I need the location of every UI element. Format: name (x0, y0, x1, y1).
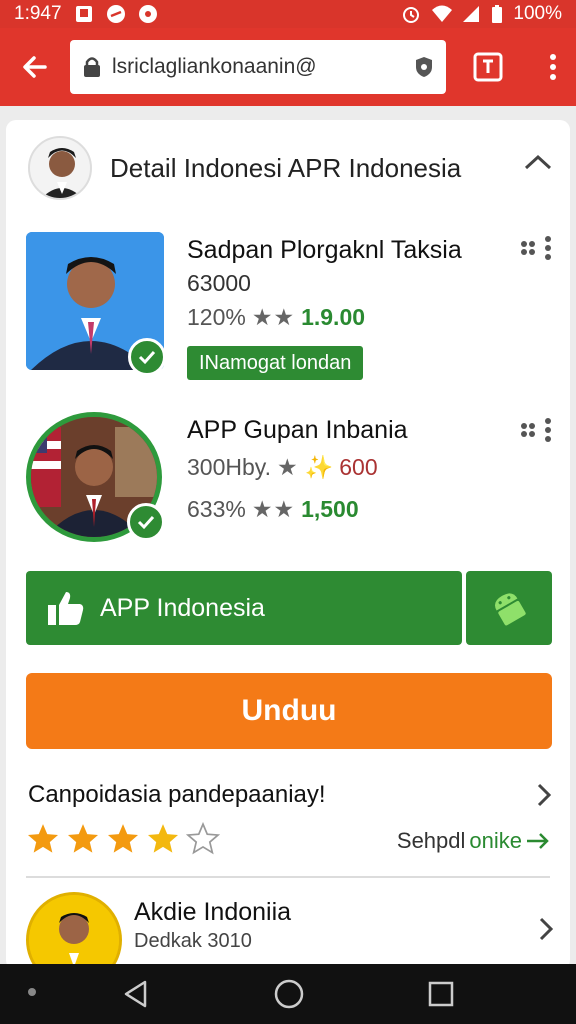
app-meta-value: 600 (339, 454, 378, 480)
see-all-link[interactable]: Sehpdl onike (397, 828, 550, 854)
system-nav-bar (0, 964, 576, 1024)
sparkle-icon: ✨ (304, 454, 334, 480)
star-icon: ★ (276, 454, 299, 480)
app-thumbnail (26, 892, 122, 970)
app-meta-prefix: 633% (187, 496, 246, 522)
row-menu-button[interactable] (520, 236, 552, 260)
app-detail-card: Detail Indonesi APR Indonesia Sadpan Plo… (6, 120, 570, 970)
row-menu-button[interactable] (520, 418, 552, 442)
page-title: Detail Indonesi APR Indonesia (110, 152, 462, 183)
chevron-right-icon[interactable] (536, 782, 552, 808)
url-text: lsriclagliankonaanin@ (112, 55, 317, 78)
status-badge: INamogat londan (187, 346, 364, 380)
signal-icon (461, 4, 481, 24)
app-meta-prefix: 120% (187, 304, 246, 330)
lock-icon (84, 57, 100, 77)
app-meta: 120% ★★ 1.9.00 (187, 304, 365, 331)
media-icon (138, 4, 158, 24)
star-icon[interactable] (26, 822, 60, 856)
battery-icon (491, 4, 503, 24)
arrow-right-icon (527, 833, 549, 849)
android-button[interactable] (466, 571, 552, 645)
star-icon: ★★ (251, 304, 296, 330)
recents-nav-icon[interactable] (427, 980, 455, 1008)
alarm-icon (401, 4, 421, 24)
app-title: APP Gupan Inbania (187, 416, 408, 444)
avatar (28, 136, 92, 200)
app-meta: 300Hby. ★ ✨ 600 (187, 454, 378, 481)
list-item[interactable]: Sadpan Plorgaknl Taksia 63000 120% ★★ 1.… (6, 232, 570, 392)
tabs-button[interactable] (446, 52, 530, 82)
battery-level: 100% (513, 3, 562, 24)
url-field[interactable]: lsriclagliankonaanin@ (70, 40, 446, 94)
back-button[interactable] (0, 28, 70, 106)
see-all-suffix: onike (469, 828, 522, 853)
app-title: Akdie Indoniia (134, 898, 292, 926)
back-nav-icon[interactable] (121, 979, 151, 1009)
grid-dots-icon (521, 241, 535, 255)
grid-dots-icon (521, 423, 535, 437)
android-icon (495, 593, 526, 626)
star-icon: ★★ (251, 496, 296, 522)
star-half-icon[interactable] (146, 822, 180, 856)
verified-icon (127, 503, 165, 541)
more-vert-icon (545, 418, 551, 442)
app-meta-value: 1,500 (301, 496, 359, 522)
wifi-icon (431, 4, 453, 24)
notification-icon (74, 4, 94, 24)
star-rating[interactable] (26, 822, 220, 856)
home-nav-icon[interactable] (273, 978, 305, 1010)
list-item[interactable]: Akdie Indoniia Dedkak 3010 (6, 892, 570, 970)
status-bar: 1:947 100% (0, 0, 576, 28)
overflow-menu-button[interactable] (530, 53, 576, 81)
star-icon[interactable] (106, 822, 140, 856)
divider (26, 876, 550, 878)
verified-icon (128, 338, 166, 376)
more-vert-icon (545, 236, 551, 260)
star-empty-icon[interactable] (186, 822, 220, 856)
app-title: Sadpan Plorgaknl Taksia (187, 236, 462, 264)
rating-title: Canpoidasia pandepaaniay! (28, 781, 326, 808)
more-vert-icon (550, 54, 556, 80)
indicator-dot (28, 988, 36, 996)
like-app-label: APP Indonesia (100, 593, 265, 622)
card-header[interactable]: Detail Indonesi APR Indonesia (6, 120, 570, 216)
app-meta: 633% ★★ 1,500 (187, 496, 359, 523)
app-thumbnail (26, 232, 166, 376)
status-time: 1:947 (14, 3, 62, 24)
shield-icon[interactable] (414, 55, 434, 79)
arrow-left-icon (23, 56, 47, 78)
app-subtitle: Dedkak 3010 (134, 930, 252, 952)
sync-icon (106, 4, 126, 24)
see-all-prefix: Sehpdl (396, 828, 466, 853)
chevron-right-icon[interactable] (538, 916, 554, 942)
download-button[interactable]: Unduu (26, 673, 552, 749)
thumbs-up-icon (48, 592, 84, 625)
list-item[interactable]: APP Gupan Inbania 300Hby. ★ ✨ 600 633% ★… (6, 412, 570, 552)
app-thumbnail (26, 412, 165, 542)
app-meta-value: 1.9.00 (301, 304, 366, 330)
like-app-button[interactable]: APP Indonesia (26, 571, 462, 645)
chevron-up-icon[interactable] (524, 154, 552, 172)
star-icon[interactable] (66, 822, 100, 856)
browser-toolbar: lsriclagliankonaanin@ (0, 28, 576, 106)
app-subtitle: 63000 (187, 270, 251, 296)
app-meta-prefix: 300Hby. (187, 454, 271, 480)
tab-switcher-icon (473, 52, 503, 82)
